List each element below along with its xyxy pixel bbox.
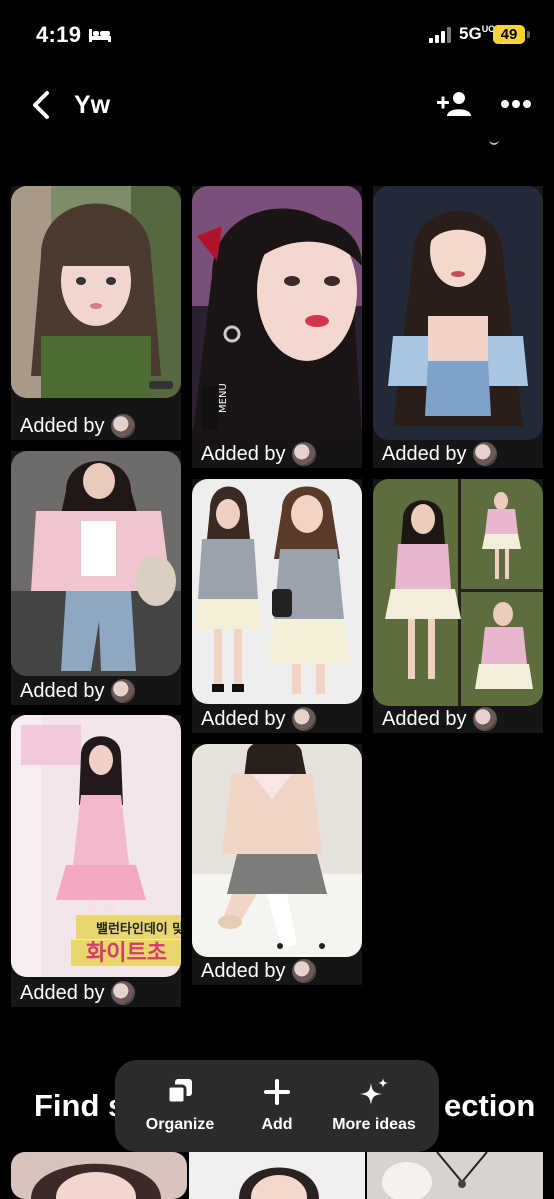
pin-overlay-text: 화이트초 [86, 941, 167, 966]
board-action-toolbar: Organize Add More ideas [115, 1060, 439, 1152]
board-header: Yw [0, 70, 554, 140]
pin-added-by: Added by [382, 707, 497, 731]
collaborator-avatar[interactable] [110, 414, 135, 438]
pin-added-by: Added by [382, 442, 497, 466]
added-by-label: Added by [20, 679, 105, 702]
pin-added-by: Added by [20, 414, 135, 438]
more-ideas-button[interactable]: More ideas [321, 1060, 427, 1152]
pin-added-by: Added by [20, 981, 135, 1005]
organize-button[interactable]: Organize [133, 1060, 227, 1152]
collaborator-avatar[interactable] [110, 981, 135, 1005]
section-title-end: ection [444, 1088, 536, 1123]
battery-indicator: 49 [493, 25, 525, 44]
added-by-label: Added by [20, 981, 105, 1004]
more-options-icon[interactable] [500, 99, 532, 109]
pin-added-by: Added by [20, 679, 135, 703]
pin-image[interactable] [373, 479, 543, 706]
collaborator-avatar[interactable] [472, 707, 497, 731]
pin-added-by: Added by [201, 959, 316, 983]
pin-image[interactable] [11, 186, 181, 398]
pin-card[interactable]: Added by [192, 744, 362, 985]
pin-overlay-text: MENU [218, 383, 229, 413]
section-title-start: Find s [34, 1088, 126, 1123]
pin-card[interactable]: Added by [11, 186, 181, 440]
add-button[interactable]: Add [247, 1060, 307, 1152]
suggestion-image[interactable] [11, 1152, 187, 1199]
pin-card[interactable]: 밸런타인데이 맞이 화이트초 Added by [11, 715, 181, 1007]
added-by-label: Added by [201, 707, 286, 730]
collaborator-avatar[interactable] [110, 679, 135, 703]
collaborator-avatar[interactable] [291, 959, 316, 983]
pin-card[interactable]: Added by [373, 479, 543, 733]
scroll-hint [489, 138, 499, 145]
collaborator-avatar[interactable] [291, 442, 316, 466]
add-collaborator-icon[interactable] [437, 90, 471, 118]
pin-card[interactable]: Added by [11, 451, 181, 705]
added-by-label: Added by [382, 442, 467, 465]
pin-card[interactable]: Added by [373, 186, 543, 468]
added-by-label: Added by [20, 414, 105, 437]
add-label: Add [261, 1116, 293, 1133]
network-type: 5GUC [459, 24, 495, 43]
pin-added-by: Added by [201, 442, 316, 466]
signal-icon [429, 27, 451, 43]
pin-image[interactable] [373, 186, 543, 440]
plus-icon [264, 1079, 290, 1105]
collaborator-avatar[interactable] [472, 442, 497, 466]
organize-icon [166, 1079, 192, 1105]
more-ideas-label: More ideas [332, 1116, 416, 1133]
status-time: 4:19 [36, 22, 82, 47]
collaborator-avatar[interactable] [291, 707, 316, 731]
added-by-label: Added by [382, 707, 467, 730]
board-title: Yw [74, 91, 111, 119]
status-bar: 4:19 5GUC 49 [0, 0, 554, 70]
added-by-label: Added by [201, 959, 286, 982]
added-by-label: Added by [201, 442, 286, 465]
pin-image[interactable]: 밸런타인데이 맞이 화이트초 [11, 715, 181, 977]
pin-card[interactable]: MENU Added by [192, 186, 362, 468]
sleep-bed-icon [89, 29, 111, 42]
pin-image[interactable] [192, 479, 362, 704]
pin-overlay-text: 밸런타인데이 맞이 [96, 921, 181, 937]
back-arrow-icon[interactable] [30, 90, 52, 120]
sparkle-icon [360, 1078, 388, 1105]
pin-added-by: Added by [201, 707, 316, 731]
pin-image[interactable] [11, 451, 181, 676]
pin-card[interactable]: Added by [192, 479, 362, 733]
pin-image[interactable]: MENU [192, 186, 362, 440]
pin-image[interactable] [192, 744, 362, 957]
suggestion-image[interactable] [189, 1152, 365, 1199]
battery-tip [527, 31, 530, 38]
organize-label: Organize [145, 1116, 215, 1133]
suggestion-image[interactable] [367, 1152, 543, 1199]
